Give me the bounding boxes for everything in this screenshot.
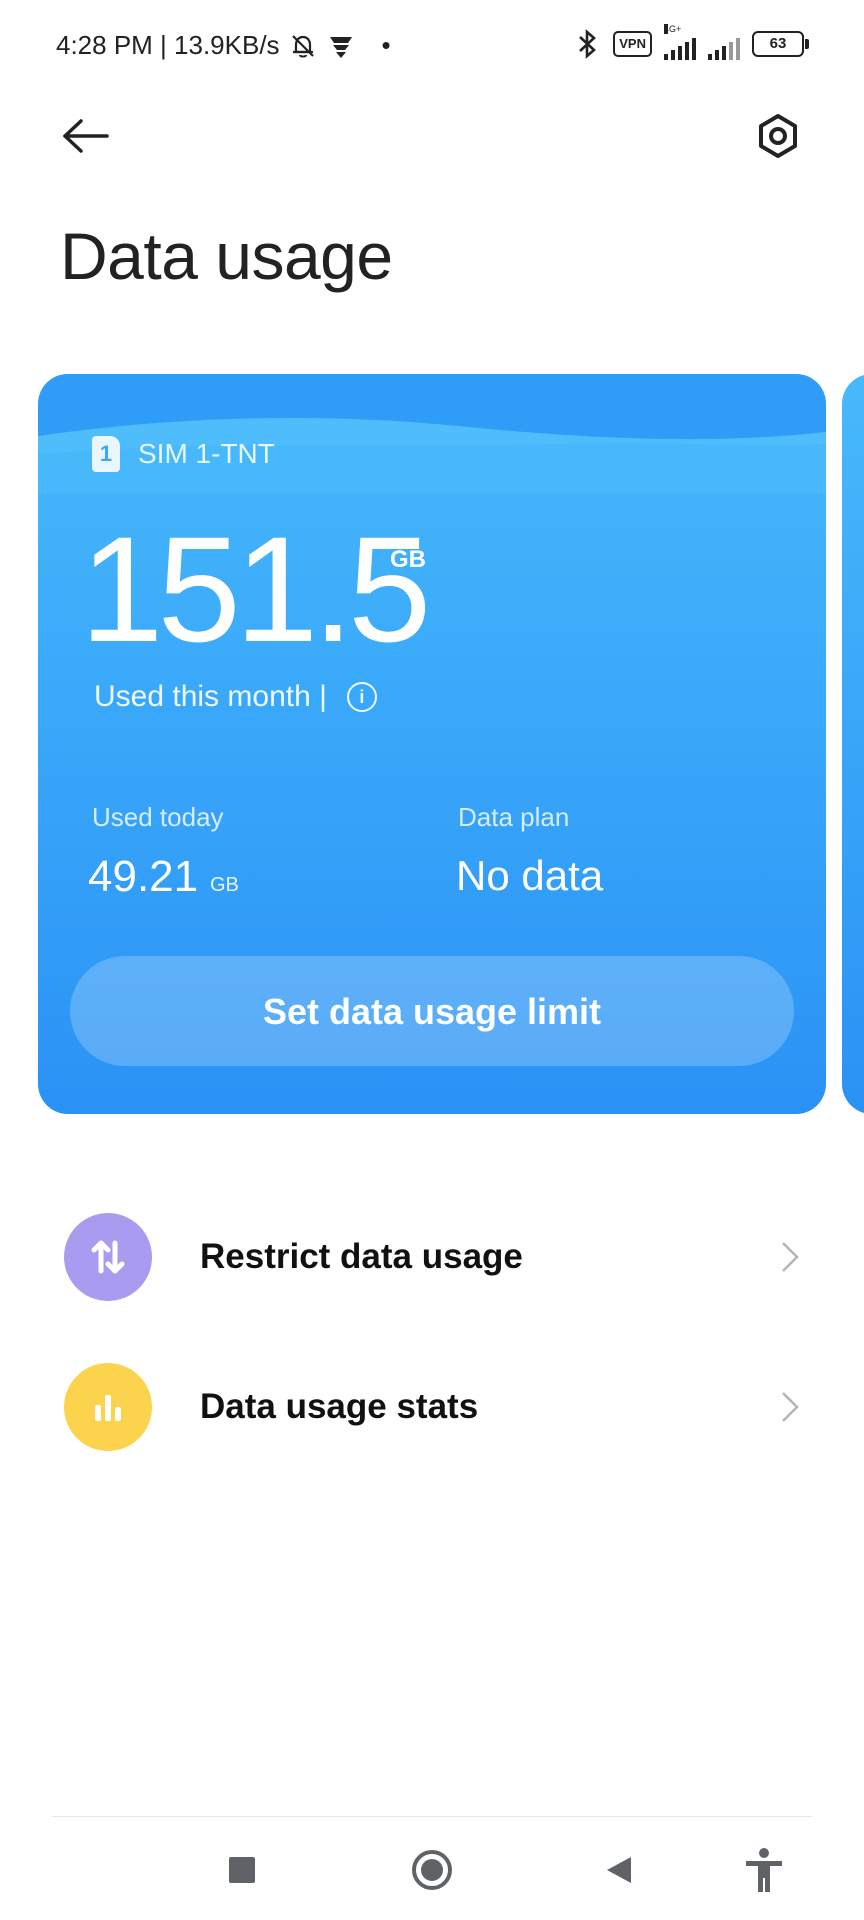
bell-off-icon (288, 31, 318, 61)
accessibility-icon (746, 1848, 782, 1892)
settings-button[interactable] (750, 108, 806, 164)
chevron-right-icon (776, 1387, 804, 1427)
back-button[interactable] (58, 110, 114, 162)
info-icon[interactable]: i (346, 682, 377, 712)
list-item-label: Restrict data usage (200, 1237, 523, 1276)
vpn-badge: VPN (613, 31, 652, 57)
set-data-limit-button[interactable]: Set data usage limit (70, 956, 794, 1066)
bluetooth-icon (575, 28, 601, 60)
arrow-left-icon (63, 119, 109, 153)
triangle-back-icon (607, 1857, 631, 1883)
used-month-unit: GB (390, 546, 426, 573)
recents-button[interactable] (212, 1840, 272, 1900)
data-plan-label: Data plan (458, 802, 570, 832)
sim-usage-card[interactable]: 1 SIM 1-TNT 151.5 GB Used this month | i… (38, 374, 826, 1114)
notification-dot-icon: • (381, 30, 391, 60)
home-button[interactable] (402, 1840, 462, 1900)
nav-divider (52, 1816, 812, 1817)
next-sim-card-peek[interactable] (842, 374, 864, 1114)
sim-label: SIM 1-TNT (138, 438, 275, 469)
network-type: 4G+ (664, 24, 682, 34)
page-title: Data usage (60, 219, 393, 293)
time-speed: 4:28 PM | 13.9KB/s (56, 30, 280, 60)
used-month-value: 151.5 (80, 505, 431, 673)
status-right: VPN 4G+ 63 (575, 24, 809, 60)
data-plan-value: No data (456, 852, 604, 899)
used-today-value: 49.21 (88, 852, 199, 901)
signal-sim2-icon (708, 28, 740, 60)
battery-icon: 63 (752, 31, 809, 57)
used-today-unit: GB (210, 874, 239, 896)
status-left: 4:28 PM | 13.9KB/s • (56, 30, 391, 61)
used-month-label-row: Used this month | i (94, 680, 377, 714)
back-nav-button[interactable] (590, 1840, 650, 1900)
bar-chart-icon (64, 1363, 152, 1451)
square-icon (229, 1857, 255, 1883)
list-item-data-usage-stats[interactable]: Data usage stats (64, 1362, 804, 1452)
used-month-label: Used this month | (94, 680, 327, 713)
sim-label-row: 1 SIM 1-TNT (92, 436, 275, 472)
gear-icon (759, 114, 797, 158)
used-today-label: Used today (92, 802, 224, 832)
card-wave-decoration (38, 374, 826, 494)
sim-card-icon: 1 (92, 436, 120, 472)
status-bar: 4:28 PM | 13.9KB/s • VPN 4G+ 63 (0, 0, 864, 96)
accessibility-button[interactable] (734, 1840, 794, 1900)
arrows-updown-icon (64, 1213, 152, 1301)
circle-home-icon (412, 1850, 452, 1890)
list-item-restrict-data[interactable]: Restrict data usage (64, 1212, 804, 1302)
shield-network-icon (326, 31, 356, 61)
chevron-right-icon (776, 1237, 804, 1277)
signal-sim1-icon: 4G+ (664, 24, 696, 60)
list-item-label: Data usage stats (200, 1387, 479, 1426)
